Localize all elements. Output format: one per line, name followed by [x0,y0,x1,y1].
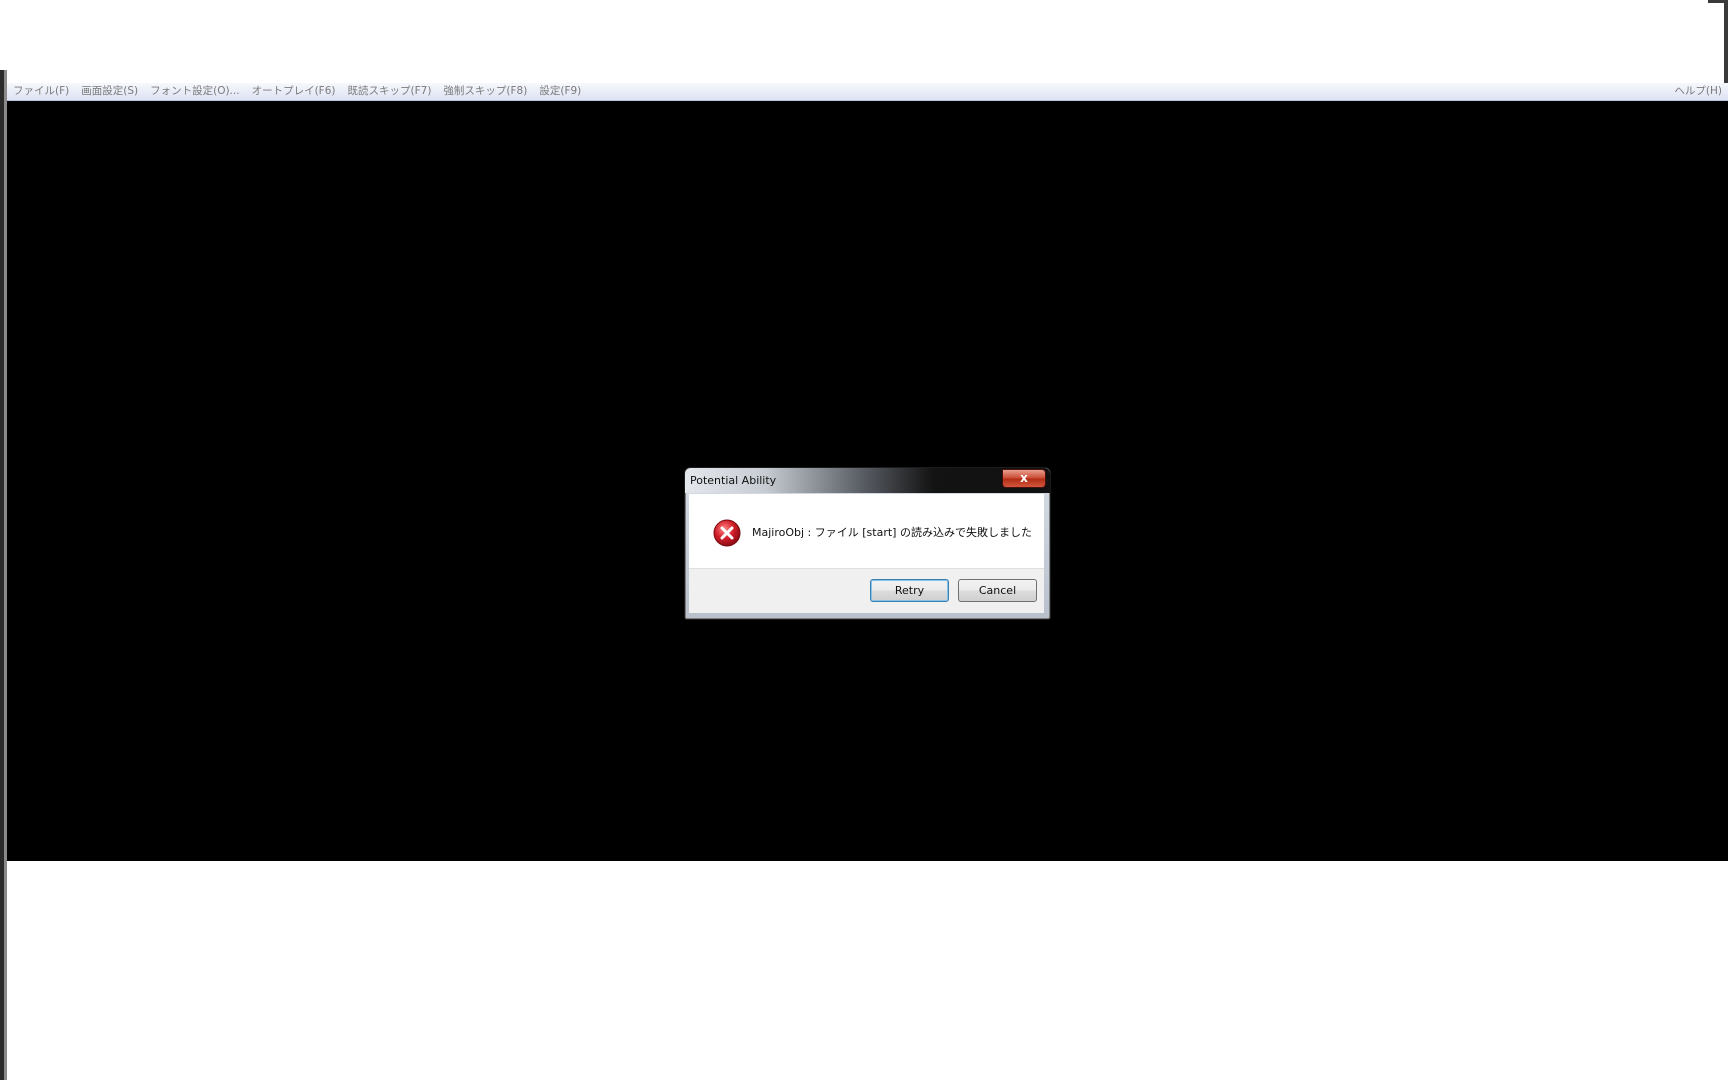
menu-font-settings[interactable]: フォント設定(O)... [144,83,245,100]
menu-screen-settings[interactable]: 画面設定(S) [75,83,144,100]
menu-force-skip[interactable]: 強制スキップ(F8) [437,83,533,100]
menu-help[interactable]: ヘルプ(H) [1668,83,1728,100]
close-icon: x [1020,471,1028,485]
dialog-title-bar[interactable]: Potential Ability x [685,468,1050,493]
window-right-border [1724,0,1728,85]
dialog-content: MajiroObj : ファイル [start] の読み込みで失敗しました [689,494,1044,568]
menu-autoplay[interactable]: オートプレイ(F6) [246,83,342,100]
retry-button[interactable]: Retry [870,579,949,602]
close-button[interactable]: x [1002,469,1046,488]
dialog-footer: Retry Cancel [689,568,1044,613]
menu-settings[interactable]: 設定(F9) [533,83,587,100]
error-message: MajiroObj : ファイル [start] の読み込みで失敗しました [752,526,1032,539]
cancel-button[interactable]: Cancel [958,579,1037,602]
error-dialog: Potential Ability x MajiroObj : ファイル [st… [684,467,1051,620]
menu-file[interactable]: ファイル(F) [7,83,75,100]
window-corner-tick [1708,0,1724,3]
dialog-title: Potential Ability [690,474,777,487]
error-icon [713,519,741,547]
menu-read-skip[interactable]: 既読スキップ(F7) [342,83,438,100]
menu-bar: ファイル(F) 画面設定(S) フォント設定(O)... オートプレイ(F6) … [7,83,1728,101]
